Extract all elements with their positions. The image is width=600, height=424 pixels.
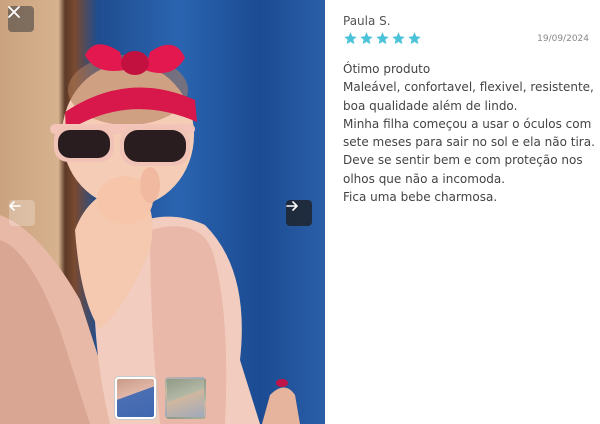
star-icon: [408, 32, 421, 45]
star-icon: [392, 32, 405, 45]
star-icon: [376, 32, 389, 45]
review-line: boa qualidade além de lindo.: [343, 98, 518, 113]
star-icon: [360, 32, 373, 45]
review-date: 19/09/2024: [537, 34, 589, 44]
review-photo: [0, 44, 300, 424]
review-line: Fica uma bebe charmosa.: [343, 190, 498, 205]
previous-photo-button[interactable]: [9, 200, 35, 226]
photo-thumbnail[interactable]: [115, 377, 156, 419]
photo-thumbnail[interactable]: [165, 377, 206, 419]
review-line: Ótimo produto: [343, 62, 431, 76]
review-details: Paula S. 19/09/2024 Ótimo produto Maleáv…: [343, 0, 595, 424]
close-button[interactable]: [8, 6, 34, 32]
review-text: Ótimo produto Maleável, confortavel, fle…: [343, 60, 595, 206]
review-line: olhos que não a incomoda.: [343, 171, 506, 186]
review-line: Minha filha começou a usar o óculos com: [343, 116, 592, 131]
arrow-right-icon: [286, 201, 298, 211]
star-rating: [343, 31, 422, 46]
star-icon: [344, 32, 357, 45]
close-icon: [8, 6, 20, 18]
review-line: sete meses para sair no sol e ela não ti…: [343, 135, 595, 150]
next-photo-button[interactable]: [286, 200, 312, 226]
review-line: Maleável, confortavel, flexivel, resiste…: [343, 80, 594, 95]
reviewer-name: Paula S.: [343, 14, 391, 28]
review-line: Deve se sentir bem e com proteção nos: [343, 153, 583, 168]
review-photo-viewer: [0, 0, 325, 424]
photo-thumbnails: [115, 377, 206, 419]
arrow-left-icon: [9, 201, 21, 211]
